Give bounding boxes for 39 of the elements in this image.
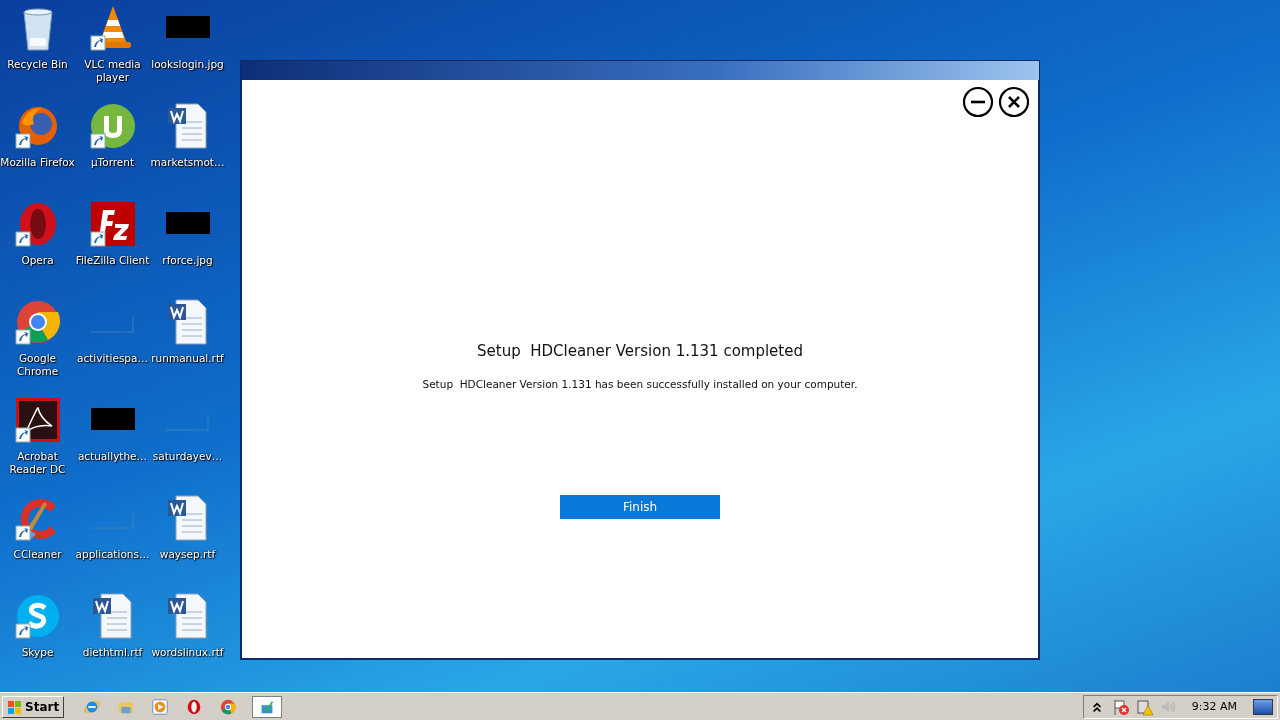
icon-label[interactable]: FileZilla Client [75, 254, 150, 267]
icon-label[interactable]: saturdayev… [150, 450, 225, 463]
taskbar-button[interactable] [252, 695, 283, 718]
icon-label[interactable]: actuallythe… [75, 450, 150, 463]
flag-error-icon[interactable] [1111, 697, 1130, 716]
filezilla-icon[interactable] [88, 200, 137, 248]
icon-label[interactable]: Opera [0, 254, 75, 267]
icon-label[interactable]: Mozilla Firefox [0, 156, 75, 169]
play-icon [151, 697, 170, 716]
chrome-icon[interactable] [13, 298, 62, 346]
icon-label[interactable]: Acrobat Reader DC [0, 450, 75, 476]
icon-label[interactable]: Google Chrome [0, 352, 75, 378]
dialog-heading: Setup HDCleaner Version 1.131 completed [477, 342, 803, 360]
close-button[interactable] [998, 86, 1030, 118]
dialog-message: Setup HDCleaner Version 1.131 has been successfully installed on your computer. [422, 378, 858, 390]
icon-label[interactable]: lookslogin.jpg [150, 58, 225, 71]
start-button[interactable]: Start [2, 695, 65, 718]
icon-label[interactable]: waysep.rtf [150, 548, 225, 561]
icon-label[interactable]: µTorrent [75, 156, 150, 169]
clock[interactable]: 9:32 AM [1191, 700, 1237, 713]
utorrent-icon[interactable] [88, 102, 137, 150]
icon-label[interactable]: diethtml.rtf [75, 646, 150, 659]
icon-label[interactable]: VLC media player [75, 58, 150, 84]
skype-icon[interactable] [13, 592, 62, 640]
icon-label[interactable]: activitiespa… [75, 352, 150, 365]
acrobat-icon[interactable] [13, 396, 62, 444]
finish-button[interactable]: Finish [560, 495, 720, 519]
icon-label[interactable]: runmanual.rtf [150, 352, 225, 365]
icon-label[interactable]: Recycle Bin [0, 58, 75, 71]
show-desktop-button[interactable] [1253, 698, 1273, 715]
minimize-button[interactable] [962, 86, 994, 118]
icon-label[interactable]: applications… [75, 548, 150, 561]
windows-logo-icon [7, 698, 23, 715]
chrome-icon [219, 697, 238, 716]
icon-label[interactable]: Skype [0, 646, 75, 659]
icon-label[interactable]: wordslinux.rtf [150, 646, 225, 659]
icon-label[interactable]: rforce.jpg [150, 254, 225, 267]
icon-label[interactable]: marketsmot… [150, 156, 225, 169]
icon-label[interactable]: CCleaner [0, 548, 75, 561]
